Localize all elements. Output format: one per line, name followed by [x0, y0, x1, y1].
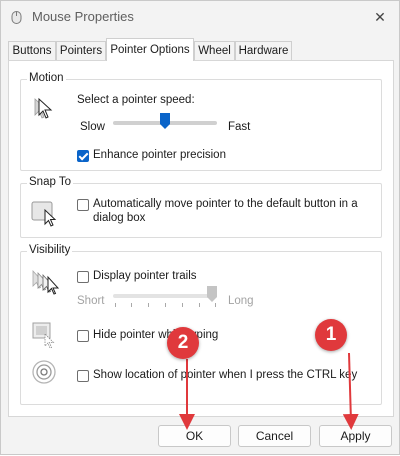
motion-group-label: Motion	[27, 72, 66, 84]
pointer-trails-checkbox[interactable]	[77, 271, 89, 283]
hide-pointer-label: Hide pointer while typing	[93, 329, 219, 341]
hide-pointer-icon	[32, 322, 55, 349]
annotation-badge-1: 1	[315, 319, 347, 351]
snap-to-group: Snap To Automatically move pointer to th…	[20, 176, 382, 238]
ok-button[interactable]: OK	[158, 425, 231, 447]
tab-hardware[interactable]: Hardware	[235, 41, 292, 60]
show-location-checkbox[interactable]	[77, 370, 89, 382]
apply-button[interactable]: Apply	[319, 425, 392, 447]
slow-label: Slow	[80, 121, 105, 133]
visibility-group-label: Visibility	[27, 244, 73, 256]
trails-tick	[165, 303, 166, 307]
show-location-label: Show location of pointer when I press th…	[93, 369, 358, 381]
trails-tick	[115, 303, 116, 307]
enhance-precision-label: Enhance pointer precision	[93, 149, 226, 161]
annotation-badge-2: 2	[167, 327, 199, 359]
tab-buttons[interactable]: Buttons	[8, 41, 56, 60]
show-location-icon	[32, 360, 56, 384]
pointer-speed-icon	[34, 97, 53, 119]
tab-wheel[interactable]: Wheel	[194, 41, 235, 60]
trails-tick	[215, 303, 216, 307]
long-label: Long	[228, 295, 254, 307]
fast-label: Fast	[228, 121, 251, 133]
window-title: Mouse Properties	[32, 9, 134, 24]
trails-tick	[131, 303, 132, 307]
pointer-trails-icon	[32, 269, 60, 295]
trails-slider-thumb[interactable]	[207, 286, 217, 302]
short-label: Short	[77, 295, 105, 307]
pointer-trails-slider[interactable]	[113, 286, 217, 311]
enhance-precision-checkbox[interactable]	[77, 150, 89, 162]
snap-to-label-line2: dialog box	[93, 212, 146, 224]
tab-pointers[interactable]: Pointers	[56, 41, 106, 60]
speed-slider-thumb[interactable]	[160, 113, 170, 129]
snap-to-checkbox[interactable]	[77, 199, 89, 211]
close-button[interactable]: ✕	[367, 5, 393, 29]
snap-to-icon	[31, 201, 57, 227]
tab-pointer-options[interactable]: Pointer Options	[106, 38, 194, 61]
cancel-button[interactable]: Cancel	[238, 425, 311, 447]
mouse-icon	[11, 11, 22, 24]
trails-tick	[199, 303, 200, 307]
snap-to-label-line1: Automatically move pointer to the defaul…	[93, 198, 358, 210]
motion-group: Motion Select a pointer speed: Slow Fast…	[20, 72, 382, 171]
trails-tick	[148, 303, 149, 307]
trails-slider-track[interactable]	[113, 294, 217, 298]
snap-to-group-label: Snap To	[27, 176, 73, 188]
pointer-speed-slider[interactable]	[113, 113, 217, 135]
trails-tick	[182, 303, 183, 307]
pointer-speed-label: Select a pointer speed:	[77, 94, 195, 106]
hide-pointer-checkbox[interactable]	[77, 330, 89, 342]
pointer-trails-label: Display pointer trails	[93, 270, 197, 282]
close-icon: ✕	[374, 8, 386, 25]
title-bar: Mouse Properties ✕	[1, 1, 399, 33]
mouse-properties-window: Mouse Properties ✕ Buttons Pointers Poin…	[0, 0, 400, 455]
pointer-options-panel: Motion Select a pointer speed: Slow Fast…	[8, 60, 394, 417]
